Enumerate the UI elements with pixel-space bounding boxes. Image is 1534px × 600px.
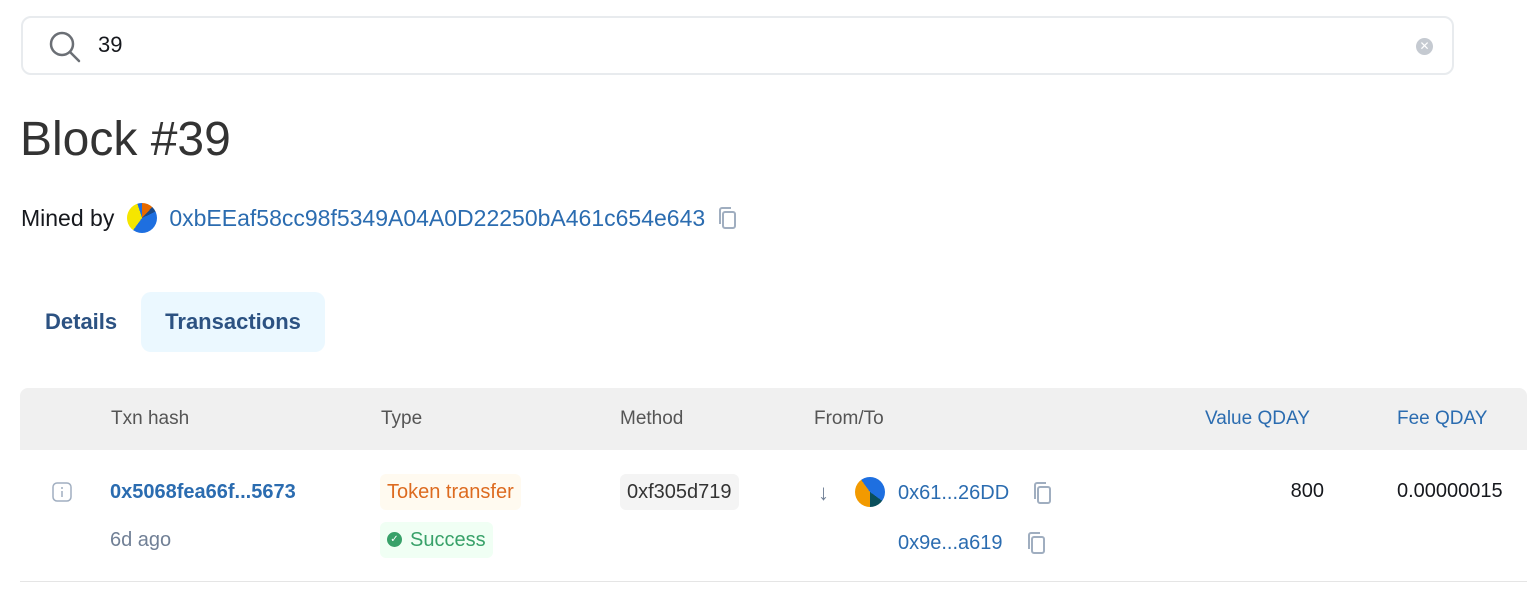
header-method: Method xyxy=(620,408,684,429)
miner-avatar xyxy=(127,203,158,233)
status-badge: ✓ Success xyxy=(380,522,493,558)
from-address-link[interactable]: 0x61...26DD xyxy=(898,482,1009,505)
to-address-link[interactable]: 0x9e...a619 xyxy=(898,532,1003,555)
header-txn-hash: Txn hash xyxy=(111,408,190,429)
miner-address-link[interactable]: 0xbEEaf58cc98f5349A04A0D22250bA461c654e6… xyxy=(169,205,705,232)
copy-icon[interactable] xyxy=(1026,531,1046,555)
fee: 0.00000015 xyxy=(1397,480,1503,502)
search-bar[interactable]: ✕ xyxy=(21,16,1454,75)
header-from-to: From/To xyxy=(814,408,884,429)
copy-icon[interactable] xyxy=(717,206,737,230)
mined-by: Mined by 0xbEEaf58cc98f5349A04A0D22250bA… xyxy=(21,203,737,233)
method-badge: 0xf305d719 xyxy=(620,474,739,510)
type-badge: Token transfer xyxy=(380,474,521,510)
status-text: Success xyxy=(410,529,486,551)
header-type: Type xyxy=(381,408,423,429)
table-row: 0x5068fea66f...5673 6d ago Token transfe… xyxy=(20,450,1527,582)
check-icon: ✓ xyxy=(387,532,402,547)
value: 800 xyxy=(1290,480,1324,502)
from-avatar xyxy=(855,477,885,507)
txn-age: 6d ago xyxy=(110,529,172,551)
table-header: Txn hash Type Method From/To Value QDAY … xyxy=(20,388,1527,450)
txn-hash-link[interactable]: 0x5068fea66f...5673 xyxy=(110,481,296,504)
clear-search-icon[interactable]: ✕ xyxy=(1416,38,1433,55)
search-icon xyxy=(49,31,81,63)
tabs: Details Transactions xyxy=(21,292,325,352)
copy-icon[interactable] xyxy=(1032,481,1052,505)
search-input[interactable] xyxy=(98,32,1298,58)
mined-by-label: Mined by xyxy=(21,204,115,231)
header-value[interactable]: Value QDAY xyxy=(1205,408,1310,430)
page-title: Block #39 xyxy=(20,113,231,166)
info-icon[interactable] xyxy=(52,482,72,502)
tab-transactions[interactable]: Transactions xyxy=(141,292,325,352)
header-fee[interactable]: Fee QDAY xyxy=(1397,408,1487,430)
tab-details[interactable]: Details xyxy=(21,292,141,352)
arrow-down-icon: ↓ xyxy=(818,480,829,505)
